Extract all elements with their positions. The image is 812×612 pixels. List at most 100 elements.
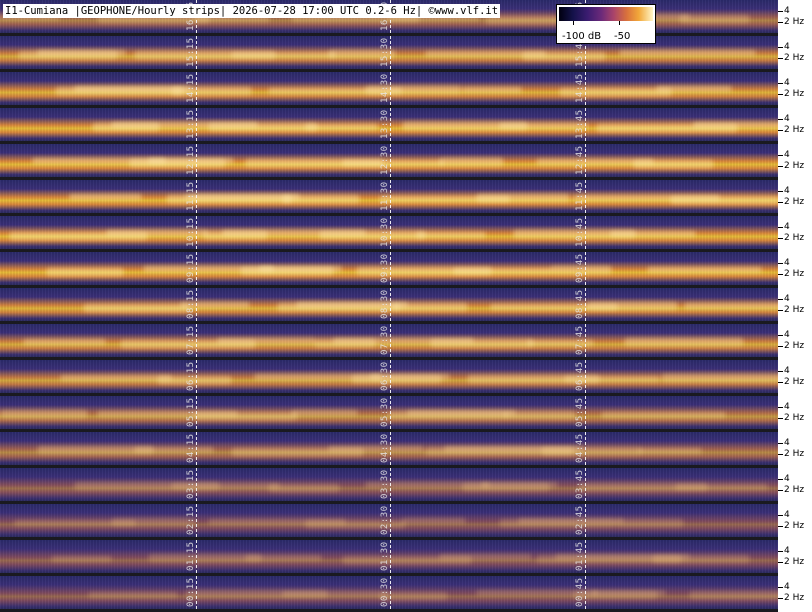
spectrogram-strip: 13:15 13:30 13:45 [0,108,778,141]
colorbar-label-low: -100 dB [562,31,602,42]
spectral-feature [587,302,678,310]
axis-label-lower: 2 Hz [784,197,805,207]
spectral-feature [536,555,682,563]
spectral-feature [291,410,358,416]
axis-label-lower: 2 Hz [784,305,805,315]
spectral-feature [319,231,426,239]
time-label: 00:45 [575,577,585,607]
axis-row: 42 Hz [778,36,812,72]
spectrogram-strip: 11:15 11:30 11:45 [0,180,778,213]
axis-label-lower: 2 Hz [784,269,805,279]
time-label: 13:15 [186,109,196,139]
time-label: 02:30 [380,505,390,535]
time-label: 01:15 [186,541,196,571]
axis-label-upper: 4 [784,258,790,268]
spectral-feature [111,518,196,526]
spectral-feature [388,411,508,419]
spectral-feature [166,195,292,203]
spectrogram-strip: 01:15 01:30 01:45 [0,540,778,573]
spectral-feature [462,87,522,93]
time-grid-line [196,540,197,573]
axis-tick [778,263,783,264]
time-label: 11:45 [575,181,585,211]
chart-title: I1-Cumiana |GEOPHONE/Hourly strips| 2026… [3,4,501,18]
axis-row: 42 Hz [778,72,812,108]
axis-tick [778,490,783,491]
spectrogram-strip: 12:15 12:30 12:45 [0,144,778,177]
time-label: 01:45 [575,541,585,571]
time-grid-line [390,432,391,465]
time-grid-line [585,108,586,141]
time-label: 15:30 [380,37,390,67]
axis-row: 42 Hz [778,432,812,468]
axis-label-lower: 2 Hz [784,161,805,171]
axis-tick [778,166,783,167]
axis-tick [778,47,783,48]
colorbar-label-high: -50 [614,31,631,42]
axis-tick [778,335,783,336]
time-label: 05:30 [380,397,390,427]
time-grid-line [585,324,586,357]
axis-label-lower: 2 Hz [784,485,805,495]
spectral-feature [504,411,576,419]
axis-label-lower: 2 Hz [784,125,805,135]
spectral-feature [601,412,726,418]
axis-label-upper: 4 [784,150,790,160]
spectral-feature [129,159,226,167]
spectral-feature [305,124,378,130]
axis-label-upper: 4 [784,546,790,556]
axis-tick [778,94,783,95]
spectral-feature [476,194,570,202]
axis-label-upper: 4 [784,330,790,340]
axis-tick [778,382,783,383]
spectral-feature [0,410,88,418]
spectral-feature [351,375,442,383]
spectrogram-strips: 16:1516:3016:4515:1515:3015:4514:1514:30… [0,0,778,612]
time-label: 03:15 [186,469,196,499]
frequency-axis: 42 Hz 4 2 Hz 4 2 Hz 4 2 Hz 4 2 Hz 4 2 Hz 4 2 Hz 4 2 Hz… [778,0,812,611]
time-label: 04:45 [575,433,585,463]
time-label: 07:30 [380,325,390,355]
spectral-feature [245,555,322,561]
colorbar-legend: -100 dB -50 [556,4,656,44]
time-label: 11:30 [380,181,390,211]
axis-tick [778,58,783,59]
time-grid-line [585,252,586,285]
axis-label-lower: 2 Hz [784,413,805,423]
axis-row: 42 Hz [778,252,812,288]
time-label: 15:15 [186,37,196,67]
spectrogram-strip: 06:15 06:30 06:45 [0,360,778,393]
time-grid-line [390,396,391,429]
spectral-feature [60,375,172,381]
spectral-feature [624,338,744,346]
time-grid-line [196,108,197,141]
time-grid-line [196,576,197,609]
axis-label-lower: 2 Hz [784,89,805,99]
axis-label-upper: 4 [784,510,790,520]
time-grid-line [196,468,197,501]
spectrogram-strip: 04:15 04:30 04:45 [0,432,778,465]
time-label: 02:15 [186,505,196,535]
axis-row: 42 Hz [778,504,812,540]
spectral-feature [268,484,340,492]
time-label: 08:45 [575,289,585,319]
time-grid-line [585,216,586,249]
spectral-feature [661,374,778,382]
spectral-feature [208,123,318,131]
time-label: 01:30 [380,541,390,571]
axis-row: 42 Hz [778,288,812,324]
axis-row: 42 Hz [778,144,812,180]
spectral-feature [51,556,112,562]
spectral-feature [46,268,124,276]
time-grid-line [585,396,586,429]
axis-label-lower: 2 Hz [784,341,805,351]
time-label: 05:15 [186,397,196,427]
time-label: 13:45 [575,109,585,139]
time-label: 08:30 [380,289,390,319]
axis-label-upper: 4 [784,402,790,412]
axis-label-lower: 2 Hz [784,449,805,459]
time-label: 02:45 [575,505,585,535]
time-label: 07:45 [575,325,585,355]
axis-tick [778,598,783,599]
axis-label-upper: 4 [784,474,790,484]
